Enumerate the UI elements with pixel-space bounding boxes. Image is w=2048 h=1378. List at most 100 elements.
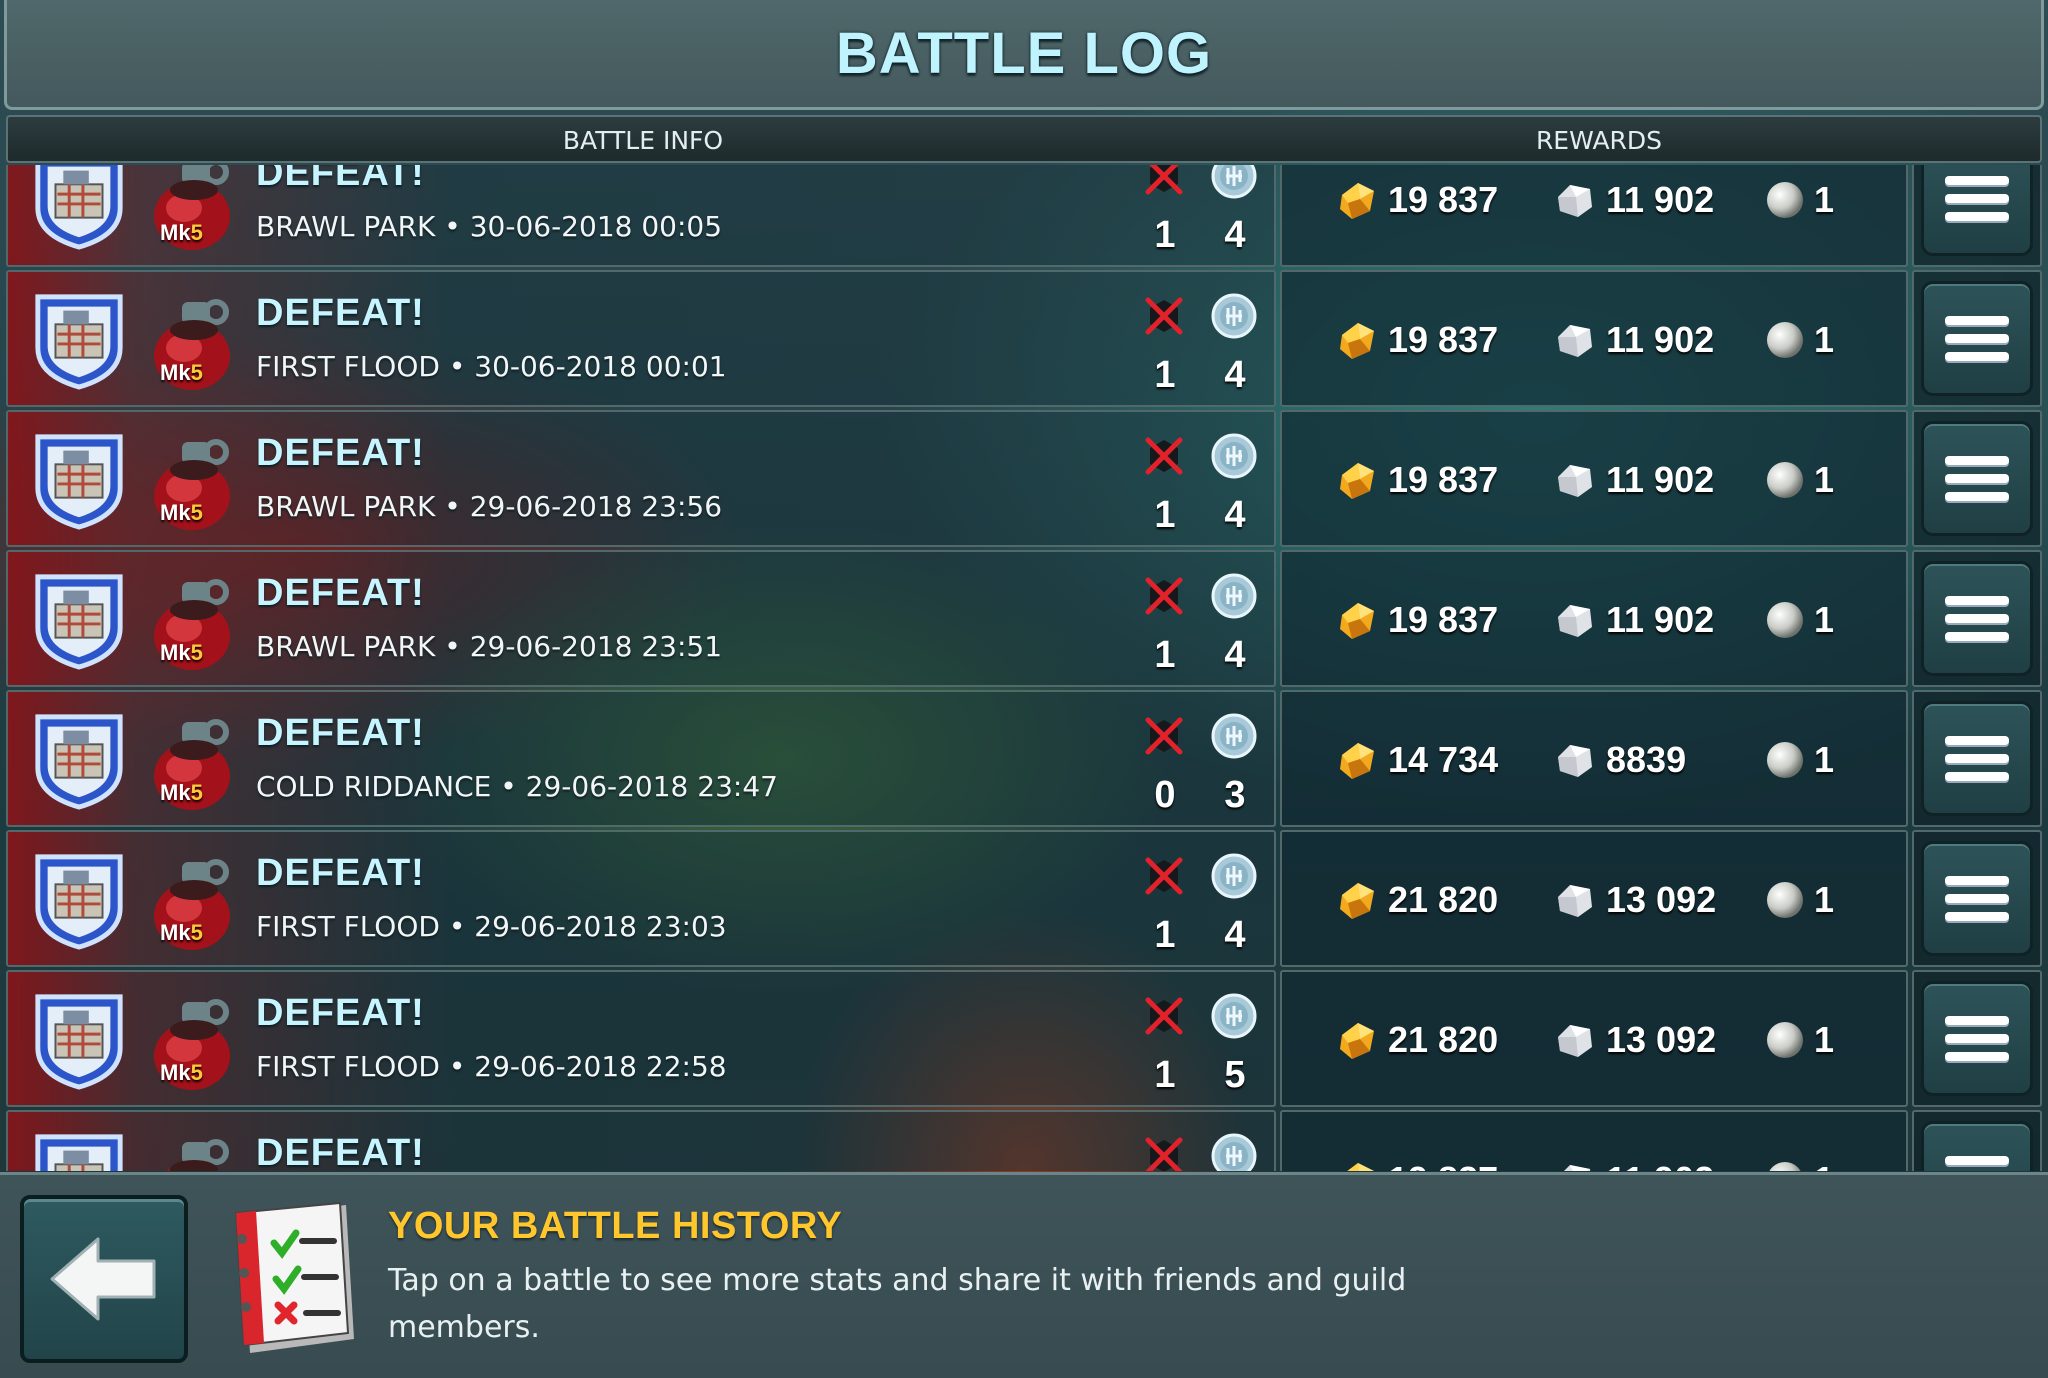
mk-level-badge: Mk5 — [160, 780, 203, 806]
battle-details-button[interactable] — [1912, 830, 2042, 967]
menu-bar — [1945, 194, 2009, 203]
pearl-icon — [1767, 602, 1803, 638]
reward-gold-value: 19 837 — [1388, 319, 1499, 360]
battle-row[interactable]: Mk5 DEFEAT! BRAWL PARK • 29-06-2018 23:5… — [6, 550, 2042, 690]
battle-row[interactable]: Mk5 DEFEAT! BRAWL PARK • 30-06-2018 00:0… — [6, 165, 2042, 270]
battle-rewards-cell[interactable]: 19 837 11 902 1 — [1280, 1110, 1908, 1171]
battle-info-cell[interactable]: Mk5 DEFEAT! BRAWL PARK • 30-06-2018 00:0… — [6, 165, 1276, 267]
gold-icon — [1340, 603, 1374, 639]
reward-gold-value: 19 837 — [1388, 459, 1499, 500]
battle-rewards-cell[interactable]: 19 837 11 902 1 — [1280, 410, 1908, 547]
battle-info-cell[interactable]: Mk5 DEFEAT! — [6, 1110, 1276, 1171]
battle-stat-blueprints: 4 — [1224, 914, 1246, 956]
battle-row[interactable]: Mk5 DEFEAT! FIRST FLOOD • 30-06-2018 00:… — [6, 270, 2042, 410]
reward-gold: 19 837 — [1334, 1150, 1498, 1171]
reward-pearls-value: 1 — [1814, 459, 1835, 500]
reward-gold: 19 837 — [1334, 590, 1498, 650]
reward-steel-value: 11 902 — [1606, 599, 1715, 640]
reward-pearls-value: 1 — [1814, 319, 1835, 360]
kills-x-icon — [1145, 297, 1183, 335]
reward-pearls: 1 — [1764, 870, 1834, 930]
hamburger-menu-icon — [1921, 1121, 2033, 1171]
reward-gold-value: 21 820 — [1388, 1019, 1499, 1060]
battle-row[interactable]: Mk5 DEFEAT! FIRST FLOOD • 29-06-2018 22:… — [6, 970, 2042, 1110]
battle-rewards-cell[interactable]: 19 837 11 902 1 — [1280, 270, 1908, 407]
battle-map-and-time: BRAWL PARK • 30-06-2018 00:05 — [256, 210, 723, 243]
reward-pearls: 1 — [1764, 1150, 1834, 1171]
mk-level: 5 — [190, 220, 203, 245]
pearl-icon — [1767, 182, 1803, 218]
battle-info-cell[interactable]: Mk5 DEFEAT! BRAWL PARK • 29-06-2018 23:5… — [6, 410, 1276, 547]
battle-list[interactable]: Mk5 DEFEAT! BRAWL PARK • 30-06-2018 00:0… — [6, 165, 2042, 1171]
battle-row[interactable]: Mk5 DEFEAT! COLD RIDDANCE • 29-06-2018 2… — [6, 690, 2042, 830]
battle-info-cell[interactable]: Mk5 DEFEAT! FIRST FLOOD • 29-06-2018 22:… — [6, 970, 1276, 1107]
blueprint-token-icon — [1211, 573, 1257, 619]
battle-stat-kills: 1 — [1154, 914, 1176, 956]
reward-steel: 11 902 — [1552, 310, 1714, 370]
steel-icon — [1558, 465, 1592, 497]
battle-rewards-cell[interactable]: 14 734 8839 1 — [1280, 690, 1908, 827]
battle-info-cell[interactable]: Mk5 DEFEAT! FIRST FLOOD • 30-06-2018 00:… — [6, 270, 1276, 407]
battle-details-button[interactable] — [1912, 1110, 2042, 1171]
battle-details-button[interactable] — [1912, 165, 2042, 267]
battle-stat-kills: 1 — [1154, 634, 1176, 676]
battle-stat-kills: 1 — [1154, 354, 1176, 396]
menu-bar — [1945, 596, 2009, 605]
battle-details-button[interactable] — [1912, 550, 2042, 687]
column-header-bar: BATTLE INFO REWARDS — [6, 115, 2042, 163]
steel-icon — [1558, 885, 1592, 917]
hamburger-menu-icon — [1921, 165, 2033, 256]
battle-row[interactable]: Mk5 DEFEAT! 1 — [6, 1110, 2042, 1171]
battle-info-cell[interactable]: Mk5 DEFEAT! BRAWL PARK • 29-06-2018 23:5… — [6, 550, 1276, 687]
reward-pearls-value: 1 — [1814, 739, 1835, 780]
gold-icon — [1340, 883, 1374, 919]
battle-result: DEFEAT! — [256, 852, 425, 894]
reward-pearls-value: 1 — [1814, 1159, 1834, 1171]
menu-bar — [1945, 894, 2009, 903]
gold-icon — [1340, 183, 1374, 219]
reward-gold-value: 19 837 — [1388, 599, 1499, 640]
pearl-icon — [1767, 462, 1803, 498]
hamburger-menu-icon — [1921, 981, 2033, 1096]
reward-steel-value: 13 092 — [1606, 879, 1717, 920]
red-cannon-icon — [166, 1139, 229, 1171]
menu-bar — [1945, 1016, 2009, 1025]
battle-rewards-cell[interactable]: 21 820 13 092 1 — [1280, 830, 1908, 967]
reward-pearls: 1 — [1764, 310, 1834, 370]
reward-pearls-value: 1 — [1814, 599, 1835, 640]
battle-rewards-cell[interactable]: 19 837 11 902 1 — [1280, 165, 1908, 267]
battle-stat-blueprints: 4 — [1224, 214, 1246, 256]
battle-row[interactable]: Mk5 DEFEAT! FIRST FLOOD • 29-06-2018 23:… — [6, 830, 2042, 970]
battle-stat-kills: 0 — [1154, 774, 1176, 816]
battle-details-button[interactable] — [1912, 270, 2042, 407]
mk-level-badge: Mk5 — [160, 360, 203, 386]
battle-details-button[interactable] — [1912, 970, 2042, 1107]
battle-details-button[interactable] — [1912, 690, 2042, 827]
battle-rewards-cell[interactable]: 21 820 13 092 1 — [1280, 970, 1908, 1107]
battle-info-cell[interactable]: Mk5 DEFEAT! COLD RIDDANCE • 29-06-2018 2… — [6, 690, 1276, 827]
battle-stat-blueprints: 3 — [1224, 774, 1246, 816]
reward-pearls-value: 1 — [1814, 1019, 1835, 1060]
battle-result: DEFEAT! — [256, 572, 425, 614]
battle-row[interactable]: Mk5 DEFEAT! BRAWL PARK • 29-06-2018 23:5… — [6, 410, 2042, 550]
battle-details-button[interactable] — [1912, 410, 2042, 547]
blueprint-token-icon — [1211, 1133, 1257, 1171]
reward-pearls: 1 — [1764, 450, 1834, 510]
battle-rewards-cell[interactable]: 19 837 11 902 1 — [1280, 550, 1908, 687]
mk-level: 5 — [190, 360, 203, 385]
battle-map-and-time: FIRST FLOOD • 30-06-2018 00:01 — [256, 350, 727, 383]
mk-label: Mk — [160, 220, 191, 245]
reward-gold: 19 837 — [1334, 310, 1498, 370]
pearl-icon — [1767, 1022, 1803, 1058]
menu-bar — [1945, 1156, 2009, 1165]
mk-label: Mk — [160, 360, 191, 385]
mk-level: 5 — [190, 640, 203, 665]
reward-pearls: 1 — [1764, 1010, 1834, 1070]
mk-label: Mk — [160, 780, 191, 805]
reward-gold: 19 837 — [1334, 170, 1498, 230]
back-button[interactable] — [20, 1195, 188, 1363]
steel-icon — [1564, 1165, 1591, 1171]
base-shield-icon — [35, 994, 123, 1090]
battle-stat-blueprints: 4 — [1224, 494, 1246, 536]
battle-info-cell[interactable]: Mk5 DEFEAT! FIRST FLOOD • 29-06-2018 23:… — [6, 830, 1276, 967]
